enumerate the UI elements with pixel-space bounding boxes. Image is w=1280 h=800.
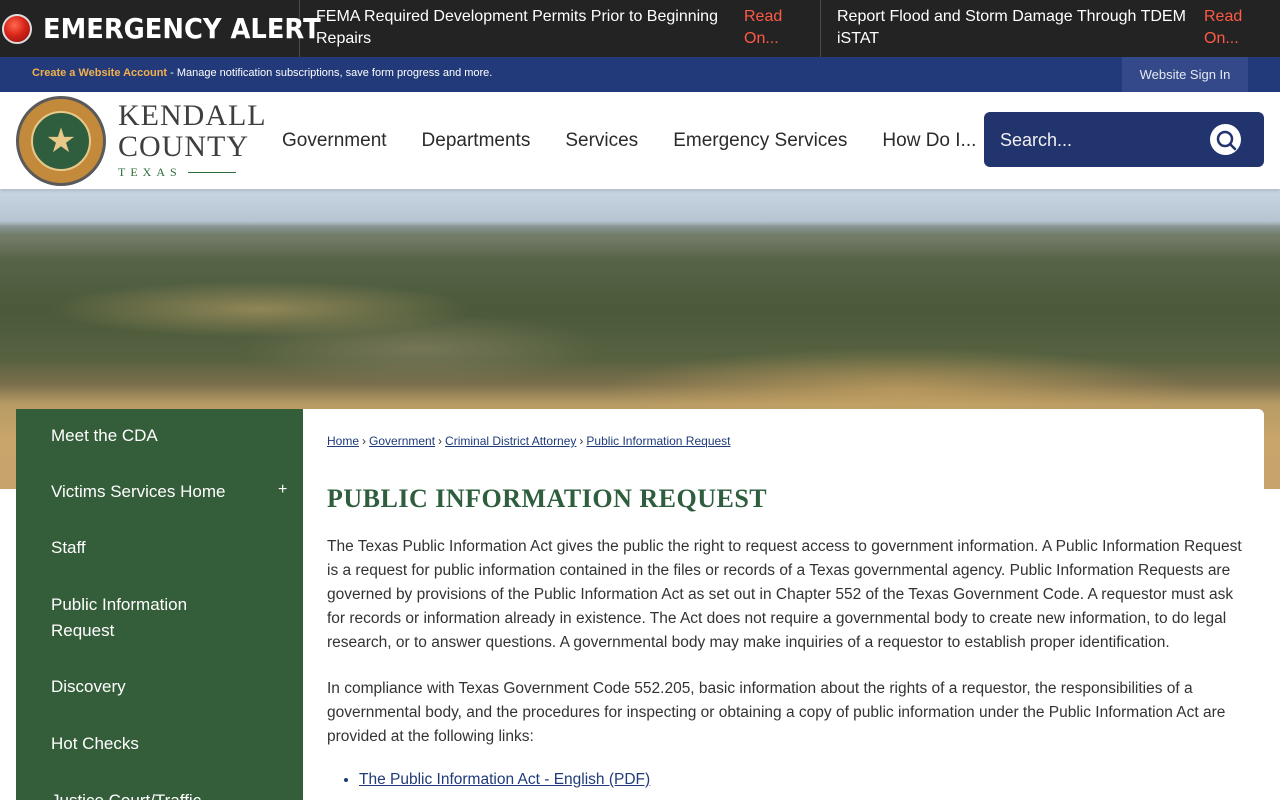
main-nav: Government Departments Services Emergenc… bbox=[282, 130, 1011, 152]
breadcrumb-public-information-request[interactable]: Public Information Request bbox=[586, 434, 730, 448]
page-title: PUBLIC INFORMATION REQUEST bbox=[327, 484, 768, 513]
search-input[interactable] bbox=[1000, 127, 1220, 153]
sidebar-item-meet-the-cda[interactable]: Meet the CDA bbox=[51, 423, 251, 449]
site-logo[interactable]: KENDALL COUNTY TEXAS bbox=[118, 100, 267, 180]
list-item: The Public Information Act - English (PD… bbox=[359, 771, 650, 789]
sidebar-item-victims-services[interactable]: Victims Services Home bbox=[51, 479, 251, 505]
county-seal-icon[interactable]: ★ bbox=[16, 96, 106, 186]
breadcrumb-home[interactable]: Home bbox=[327, 434, 359, 448]
alert-read-on-link[interactable]: Read On... bbox=[1204, 6, 1264, 51]
logo-line-2: COUNTY bbox=[118, 130, 249, 163]
nav-how-do-i[interactable]: How Do I... bbox=[882, 130, 976, 152]
alert-item[interactable]: FEMA Required Development Permits Prior … bbox=[300, 0, 821, 57]
compliance-paragraph: In compliance with Texas Government Code… bbox=[327, 680, 1226, 745]
document-links: The Public Information Act - English (PD… bbox=[359, 771, 650, 789]
breadcrumb-government[interactable]: Government bbox=[369, 434, 435, 448]
site-header: ★ KENDALL COUNTY TEXAS Government Depart… bbox=[0, 92, 1280, 189]
hero-horizon bbox=[0, 225, 1280, 237]
sidebar-item-staff[interactable]: Staff bbox=[51, 535, 251, 561]
alert-item-text[interactable]: FEMA Required Development Permits Prior … bbox=[316, 6, 726, 51]
logo-line-1: KENDALL bbox=[118, 99, 267, 132]
main-content: Home › Government › Criminal District Attorn… bbox=[303, 409, 1264, 800]
sidebar-item-discovery[interactable]: Discovery bbox=[51, 674, 251, 700]
nav-government[interactable]: Government bbox=[282, 130, 387, 152]
emergency-alert-bar: EMERGENCY ALERT FEMA Required Developmen… bbox=[0, 0, 1280, 57]
alert-light-icon bbox=[2, 13, 32, 44]
alert-item-text[interactable]: Report Flood and Storm Damage Through TD… bbox=[837, 6, 1186, 51]
logo-line-3: TEXAS bbox=[118, 165, 267, 180]
nav-emergency-services[interactable]: Emergency Services bbox=[673, 130, 847, 152]
intro-paragraph: The Texas Public Information Act gives t… bbox=[327, 538, 1242, 651]
breadcrumb-separator-icon: › bbox=[579, 434, 584, 448]
logo-state: TEXAS bbox=[118, 165, 182, 179]
search-icon bbox=[1216, 130, 1236, 150]
breadcrumb-separator-icon: › bbox=[362, 434, 367, 448]
search-button[interactable] bbox=[1210, 124, 1241, 155]
alert-read-on-link[interactable]: Read On... bbox=[744, 6, 804, 51]
breadcrumb-separator-icon: › bbox=[438, 434, 443, 448]
account-description: - Manage notification subscriptions, sav… bbox=[167, 67, 493, 79]
alert-item[interactable]: Report Flood and Storm Damage Through TD… bbox=[821, 0, 1280, 57]
seal-center: ★ bbox=[31, 111, 91, 171]
nav-departments[interactable]: Departments bbox=[422, 130, 531, 152]
sidebar-item-hot-checks[interactable]: Hot Checks bbox=[51, 731, 251, 757]
account-bar: Create a Website Account - Manage notifi… bbox=[0, 57, 1280, 92]
star-icon: ★ bbox=[45, 122, 77, 160]
expand-icon[interactable]: + bbox=[278, 481, 287, 499]
sidebar-nav: Meet the CDA Victims Services Home + Sta… bbox=[16, 409, 303, 800]
nav-services[interactable]: Services bbox=[565, 130, 638, 152]
breadcrumb: Home › Government › Criminal District Attorn… bbox=[327, 434, 731, 448]
emergency-alert-header[interactable]: EMERGENCY ALERT bbox=[0, 0, 321, 57]
website-sign-in-button[interactable]: Website Sign In bbox=[1122, 57, 1248, 92]
logo-divider bbox=[187, 172, 236, 173]
public-information-act-pdf-link[interactable]: The Public Information Act - English (PD… bbox=[359, 771, 650, 788]
emergency-alert-title: EMERGENCY ALERT bbox=[43, 12, 321, 45]
account-notice: Create a Website Account - Manage notifi… bbox=[32, 67, 492, 79]
search-box bbox=[984, 112, 1264, 167]
breadcrumb-criminal-district-attorney[interactable]: Criminal District Attorney bbox=[445, 434, 576, 448]
sidebar-item-public-information-request[interactable]: Public Information Request bbox=[51, 592, 221, 644]
sidebar-item-justice-court-traffic[interactable]: Justice Court/Traffic bbox=[51, 788, 251, 800]
create-account-link[interactable]: Create a Website Account bbox=[32, 67, 167, 79]
